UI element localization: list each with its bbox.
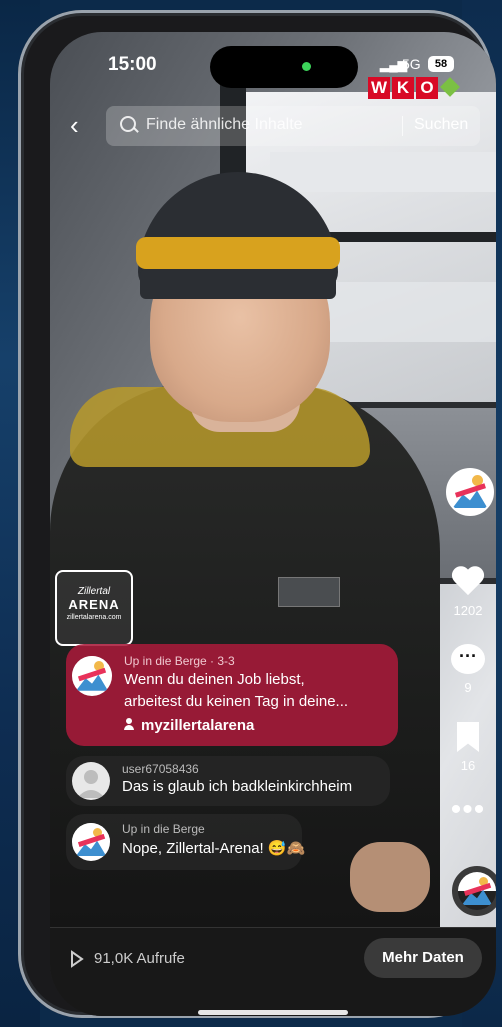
pinned-text-line2: arbeitest du keinen Tag in deine... [124, 693, 349, 710]
back-arrow-icon[interactable]: ‹ [70, 110, 79, 141]
comment-avatar [72, 823, 110, 861]
music-disc-icon[interactable] [452, 866, 496, 916]
network-type: 5G [402, 56, 421, 72]
comment-text: Das is glaub ich badkleinkirchheim [122, 778, 353, 795]
wko-letter: K [392, 77, 414, 99]
comment-bubble[interactable]: Up in die Berge Nope, Zillertal-Arena! 😅… [66, 814, 306, 870]
zillertal-arena-watermark: Zillertal ARENA zillertalarena.com [55, 570, 133, 646]
wko-letter: O [416, 77, 438, 99]
like-button[interactable]: 1202 [440, 567, 496, 618]
beanie-stripe [136, 237, 340, 269]
bookmark-icon [457, 722, 479, 752]
comment-icon: ··· [451, 644, 485, 674]
wko-diamond-icon [440, 77, 462, 99]
search-icon [120, 116, 136, 132]
watermark-line3: zillertalarena.com [66, 614, 122, 621]
zillertal-logo-icon [448, 470, 492, 514]
phone-screen: 15:00 ▂▄▆ 5G 58 W K O ‹ Finde ähnliche I… [50, 32, 496, 1016]
pinned-caption-card[interactable]: Up in die Berge · 3-3 Wenn du deinen Job… [66, 644, 398, 746]
comment-bubble[interactable]: user67058436 Das is glaub ich badkleinki… [66, 756, 390, 806]
search-input[interactable]: Finde ähnliche Inhalte [146, 116, 303, 134]
comment-count: 9 [464, 680, 472, 695]
person-icon [124, 718, 134, 730]
status-time: 15:00 [108, 54, 157, 75]
jacket-patch [278, 577, 340, 607]
phone-frame: 15:00 ▂▄▆ 5G 58 W K O ‹ Finde ähnliche I… [18, 10, 496, 1018]
status-bar: 15:00 ▂▄▆ 5G 58 W K O [50, 32, 496, 99]
comment-author: Up in die Berge [122, 822, 205, 836]
comment-text: Nope, Zillertal-Arena! 😅🙈 [122, 840, 306, 857]
bookmark-button[interactable]: 16 [440, 722, 496, 773]
search-bar[interactable]: Finde ähnliche Inhalte Suchen [106, 106, 480, 146]
more-data-button[interactable]: Mehr Daten [364, 938, 482, 978]
camera-indicator-icon [302, 62, 311, 71]
pinned-avatar [72, 656, 112, 696]
pinned-text-line1: Wenn du deinen Job liebst, [124, 671, 305, 688]
pinned-username[interactable]: myzillertalarena [124, 717, 254, 734]
bookmark-count: 16 [460, 758, 476, 773]
bottom-bar: 91,0K Aufrufe Mehr Daten [50, 927, 496, 1016]
pinned-title: Up in die Berge · 3-3 [124, 654, 235, 668]
zillertal-logo-icon [72, 656, 112, 696]
beanie-band [140, 269, 336, 299]
creator-avatar[interactable] [446, 468, 494, 516]
wko-letter: W [368, 77, 390, 99]
dynamic-island [210, 46, 358, 88]
wko-logo: W K O [368, 77, 464, 99]
watermark-line2: ARENA [68, 597, 120, 612]
pinned-username-text: myzillertalarena [141, 717, 255, 734]
comment-button[interactable]: ··· 9 [440, 644, 496, 695]
user-avatar [72, 762, 110, 800]
search-button[interactable]: Suchen [414, 116, 468, 134]
home-indicator[interactable] [198, 1010, 348, 1015]
zillertal-logo-icon [72, 823, 110, 861]
like-count: 1202 [453, 603, 483, 618]
more-options-button[interactable]: ••• [440, 793, 496, 826]
view-count: 91,0K Aufrufe [94, 950, 185, 967]
snow-ledge [270, 152, 496, 192]
watermark-line1: Zillertal [77, 586, 111, 597]
comment-author: user67058436 [122, 762, 199, 776]
more-icon: ••• [450, 793, 486, 826]
play-icon [70, 950, 84, 973]
person-hand [350, 842, 430, 912]
battery-icon: 58 [428, 56, 454, 72]
search-divider [402, 116, 403, 136]
heart-icon [451, 567, 485, 597]
